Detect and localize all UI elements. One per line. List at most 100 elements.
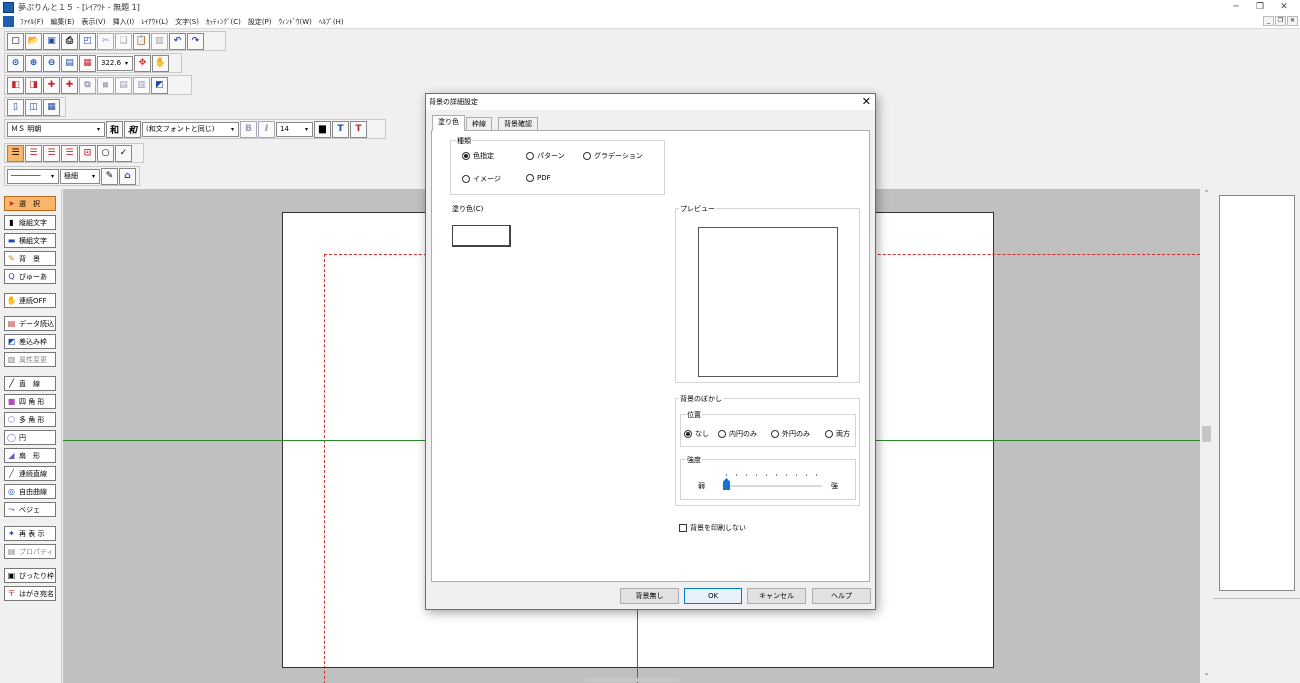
align-center-icon[interactable]: ☰ — [25, 144, 42, 162]
move-icon[interactable]: ✥ — [134, 54, 151, 72]
vertical-scroll-thumb[interactable] — [1202, 426, 1211, 442]
fill-color-swatch-button[interactable] — [452, 225, 511, 247]
copy-icon[interactable]: ❏ — [115, 32, 132, 50]
strength-slider-track[interactable] — [722, 485, 822, 487]
minimize-icon[interactable]: ─ — [1224, 0, 1248, 15]
delete-icon[interactable]: ▥ — [151, 32, 168, 50]
menu-view[interactable]: 表示(V) — [81, 17, 105, 27]
tool-attribute[interactable]: ▧ 属性変更 — [4, 352, 56, 367]
font-size-combo[interactable]: 14 ▾ — [276, 121, 313, 137]
single-page-icon[interactable]: ▯ — [7, 98, 24, 116]
line-style-combo[interactable]: ─────── ▾ — [7, 168, 59, 184]
wa-italic-button[interactable]: 和 — [124, 120, 141, 138]
print-preview-icon[interactable]: ◰ — [79, 32, 96, 50]
align-icon[interactable]: ▤ — [115, 76, 132, 94]
grid-icon[interactable]: ▦ — [43, 98, 60, 116]
bold-button[interactable]: B — [240, 120, 257, 138]
fill-color-icon[interactable]: ⌂ — [119, 167, 136, 185]
open-folder-icon[interactable]: 📂 — [25, 32, 42, 50]
tool-vertical-text[interactable]: ▮ 縦組文字 — [4, 215, 56, 230]
tool-continuous[interactable]: ✋ 連続OFF — [4, 293, 56, 308]
type-image-radio[interactable]: イメージ — [462, 174, 501, 184]
group-icon[interactable]: ⧉ — [79, 76, 96, 94]
horizontal-scroll-thumb[interactable] — [585, 678, 679, 682]
tool-line[interactable]: ╱ 直 線 — [4, 376, 56, 391]
menu-settings[interactable]: 設定(P) — [248, 17, 272, 27]
bring-front-icon[interactable]: ◧ — [7, 76, 24, 94]
mdi-minimize-icon[interactable]: _ — [1263, 16, 1274, 26]
menu-window[interactable]: ｳｨﾝﾄﾞｳ(W) — [279, 17, 312, 27]
menu-file[interactable]: ﾌｧｲﾙ(F) — [20, 17, 44, 27]
tool-freecurve[interactable]: ◎ 自由曲線 — [4, 484, 56, 499]
cancel-button[interactable]: キャンセル — [747, 588, 806, 604]
no-print-checkbox[interactable]: 背景を印刷しない — [679, 523, 746, 533]
type-gradient-radio[interactable]: グラデーション — [583, 151, 643, 161]
send-back-icon[interactable]: ◨ — [25, 76, 42, 94]
double-page-icon[interactable]: ◫ — [25, 98, 42, 116]
subfont-combo[interactable]: (和文フォントと同じ) ▾ — [142, 121, 239, 137]
font-name-combo[interactable]: ＭＳ 明朝 ▾ — [7, 121, 105, 137]
tool-background[interactable]: ✎ 背 景 — [4, 251, 56, 266]
tool-sector[interactable]: ◢ 扇 形 — [4, 448, 56, 463]
align-right-icon[interactable]: ☰ — [43, 144, 60, 162]
backward-icon[interactable]: ✚ — [61, 76, 78, 94]
vertical-scrollbar[interactable]: ⌃ ⌄ — [1200, 189, 1213, 683]
undo-icon[interactable]: ↶ — [169, 32, 186, 50]
dialog-close-icon[interactable]: ✕ — [862, 95, 871, 108]
tool-data-load[interactable]: ▤ データ読込 — [4, 316, 56, 331]
tool-bezier[interactable]: ⤳ ベジェ — [4, 502, 56, 517]
tool-circle[interactable]: ◯ 円 — [4, 430, 56, 445]
tool-pure[interactable]: Q ぴゅーあ — [4, 269, 56, 284]
tab-fill-color[interactable]: 塗り色 — [432, 115, 465, 131]
menu-cutting[interactable]: ｶｯﾃｨﾝｸﾞ(C) — [206, 17, 241, 27]
type-pattern-radio[interactable]: パターン — [526, 151, 565, 161]
forward-icon[interactable]: ✚ — [43, 76, 60, 94]
zoom-fit-icon[interactable]: ⊙ — [7, 54, 24, 72]
paste-icon[interactable]: 📋 — [133, 32, 150, 50]
align-justify-icon[interactable]: ☰ — [61, 144, 78, 162]
text-t-blue-button[interactable]: T — [332, 120, 349, 138]
wa-font-button[interactable]: 和 — [106, 120, 123, 138]
vertical-center-icon[interactable]: ⊡ — [79, 144, 96, 162]
line-weight-combo[interactable]: 極細 ▾ — [60, 168, 100, 184]
rotate-icon[interactable]: ◩ — [151, 76, 168, 94]
tool-polygon[interactable]: ⬡ 多 角 形 — [4, 412, 56, 427]
hand-icon[interactable]: ✋ — [152, 54, 169, 72]
print-icon[interactable]: ⎙ — [61, 32, 78, 50]
redo-icon[interactable]: ↷ — [187, 32, 204, 50]
tool-fit-frame[interactable]: ▣ ぴったり枠 — [4, 568, 56, 583]
distribute-icon[interactable]: ▥ — [133, 76, 150, 94]
ok-button[interactable]: OK — [684, 588, 742, 604]
thumbnail-panel[interactable] — [1219, 195, 1295, 591]
save-icon[interactable]: ▣ — [43, 32, 60, 50]
menu-help[interactable]: ﾍﾙﾌﾟ(H) — [319, 17, 344, 27]
type-color-radio[interactable]: 色指定 — [462, 151, 494, 161]
ellipse-text-icon[interactable]: ○ — [97, 144, 114, 162]
text-color-icon[interactable]: ▆ — [314, 120, 331, 138]
mdi-close-icon[interactable]: ✕ — [1287, 16, 1298, 26]
zoom-page-icon[interactable]: ▤ — [61, 54, 78, 72]
zoom-combo[interactable]: 322.6 ▾ — [97, 55, 133, 71]
tab-border[interactable]: 枠線 — [466, 117, 492, 130]
menu-edit[interactable]: 編集(E) — [51, 17, 75, 27]
position-both-radio[interactable]: 両方 — [825, 429, 850, 439]
position-inner-radio[interactable]: 内円のみ — [718, 429, 757, 439]
tool-horizontal-text[interactable]: ▬ 横組文字 — [4, 233, 56, 248]
tool-property[interactable]: ▤ プロパティ — [4, 544, 56, 559]
position-outer-radio[interactable]: 外円のみ — [771, 429, 810, 439]
new-file-icon[interactable]: ▢ — [7, 32, 24, 50]
ungroup-icon[interactable]: ⧈ — [97, 76, 114, 94]
close-icon[interactable]: ✕ — [1272, 0, 1296, 15]
restore-icon[interactable]: ❐ — [1248, 0, 1272, 15]
help-button[interactable]: ヘルプ — [812, 588, 871, 604]
tool-polyline[interactable]: ╱ 連続直線 — [4, 466, 56, 481]
tool-rectangle[interactable]: ■ 四 角 形 — [4, 394, 56, 409]
line-color-icon[interactable]: ✎ — [101, 167, 118, 185]
tool-select[interactable]: ➤ 選 択 — [4, 196, 56, 211]
scroll-down-icon[interactable]: ⌄ — [1200, 669, 1213, 681]
align-left-icon[interactable]: ☰ — [7, 144, 24, 162]
type-pdf-radio[interactable]: PDF — [526, 174, 551, 182]
tab-background-check[interactable]: 背景確認 — [498, 117, 538, 130]
zoom-in-icon[interactable]: ⊕ — [25, 54, 42, 72]
zoom-actual-icon[interactable]: ▦ — [79, 54, 96, 72]
